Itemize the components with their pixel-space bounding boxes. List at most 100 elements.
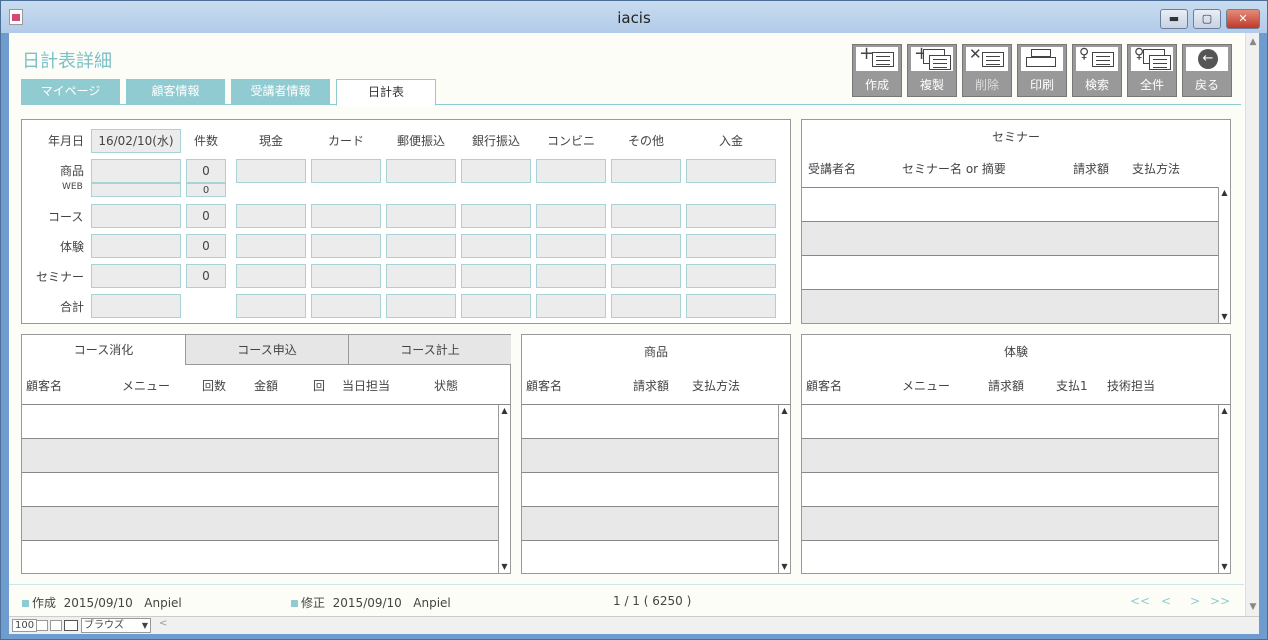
scroll-up-icon[interactable]: ▲	[499, 405, 510, 417]
grid-cell[interactable]	[386, 294, 456, 318]
grid-cell[interactable]	[536, 294, 606, 318]
grid-cell[interactable]	[461, 204, 531, 228]
list-item[interactable]	[22, 404, 498, 438]
grid-cell[interactable]	[311, 234, 381, 258]
grid-cell[interactable]	[311, 159, 381, 183]
grid-cell[interactable]	[461, 234, 531, 258]
grid-cell[interactable]	[461, 264, 531, 288]
grid-cell[interactable]	[386, 204, 456, 228]
list-item[interactable]	[522, 506, 778, 540]
grid-cell[interactable]	[686, 294, 776, 318]
grid-cell[interactable]	[686, 204, 776, 228]
chevron-left-icon[interactable]: <	[159, 618, 167, 629]
course-scrollbar[interactable]: ▲ ▼	[498, 404, 510, 573]
tab-mypage[interactable]: マイページ	[21, 79, 120, 104]
last-record-button[interactable]: >>	[1210, 594, 1230, 608]
tab-customer-info[interactable]: 顧客情報	[126, 79, 225, 104]
window-icon[interactable]	[64, 620, 78, 631]
tab-daily-report[interactable]: 日計表	[336, 79, 436, 106]
scroll-down-icon[interactable]: ▼	[1246, 600, 1259, 614]
scroll-down-icon[interactable]: ▼	[1219, 561, 1230, 573]
zoom-level[interactable]: 100	[12, 619, 38, 632]
tab-course-booking[interactable]: コース計上	[348, 335, 511, 365]
close-button[interactable]: ✕	[1226, 9, 1260, 29]
grid-cell[interactable]	[536, 264, 606, 288]
grid-cell[interactable]	[461, 294, 531, 318]
list-item[interactable]	[522, 404, 778, 438]
page-scrollbar[interactable]: ▲ ▼	[1245, 33, 1259, 616]
total-amount-field[interactable]	[91, 294, 181, 318]
product-count[interactable]: 0	[186, 159, 226, 183]
product-amount-field[interactable]	[91, 159, 181, 183]
grid-cell[interactable]	[311, 264, 381, 288]
list-item[interactable]	[22, 540, 498, 573]
grid-cell[interactable]	[236, 159, 306, 183]
web-amount-field[interactable]	[91, 183, 181, 197]
list-item[interactable]	[522, 472, 778, 506]
grid-cell[interactable]	[611, 234, 681, 258]
course-count[interactable]: 0	[186, 204, 226, 228]
grid-cell[interactable]	[686, 234, 776, 258]
grid-cell[interactable]	[236, 234, 306, 258]
grid-cell[interactable]	[536, 234, 606, 258]
tab-course-application[interactable]: コース申込	[185, 335, 348, 365]
first-record-button[interactable]: <<	[1130, 594, 1150, 608]
scroll-down-icon[interactable]: ▼	[1219, 311, 1230, 323]
grid-cell[interactable]	[611, 204, 681, 228]
grid-cell[interactable]	[311, 204, 381, 228]
grid-cell[interactable]	[386, 159, 456, 183]
grid-cell[interactable]	[611, 294, 681, 318]
grid-cell[interactable]	[461, 159, 531, 183]
trial-count[interactable]: 0	[186, 234, 226, 258]
seminar-count[interactable]: 0	[186, 264, 226, 288]
grid-cell[interactable]	[386, 234, 456, 258]
next-record-button[interactable]: >	[1190, 594, 1200, 608]
list-item[interactable]	[802, 289, 1218, 323]
web-count[interactable]: 0	[186, 183, 226, 197]
scroll-up-icon[interactable]: ▲	[1219, 405, 1230, 417]
scroll-up-icon[interactable]: ▲	[1219, 187, 1230, 199]
grid-cell[interactable]	[686, 264, 776, 288]
grid-cell[interactable]	[686, 159, 776, 183]
grid-cell[interactable]	[236, 264, 306, 288]
grid-cell[interactable]	[311, 294, 381, 318]
seminar-amount-field[interactable]	[91, 264, 181, 288]
grid-cell[interactable]	[386, 264, 456, 288]
grid-cell[interactable]	[536, 159, 606, 183]
list-item[interactable]	[802, 255, 1218, 289]
grid-cell[interactable]	[236, 204, 306, 228]
trial-amount-field[interactable]	[91, 234, 181, 258]
grid-cell[interactable]	[611, 264, 681, 288]
list-item[interactable]	[22, 472, 498, 506]
minimize-button[interactable]: ▬	[1160, 9, 1188, 29]
scroll-down-icon[interactable]: ▼	[779, 561, 790, 573]
maximize-button[interactable]: ▢	[1193, 9, 1221, 29]
list-item[interactable]	[802, 221, 1218, 255]
scroll-down-icon[interactable]: ▼	[499, 561, 510, 573]
list-item[interactable]	[22, 506, 498, 540]
product-scrollbar[interactable]: ▲ ▼	[778, 404, 790, 573]
layout-icon[interactable]	[50, 620, 62, 631]
tab-student-info[interactable]: 受講者情報	[231, 79, 330, 104]
list-item[interactable]	[802, 438, 1218, 472]
list-item[interactable]	[802, 472, 1218, 506]
scroll-up-icon[interactable]: ▲	[779, 405, 790, 417]
mode-select[interactable]: ブラウズ ▼	[81, 618, 151, 633]
scroll-up-icon[interactable]: ▲	[1246, 35, 1259, 49]
list-item[interactable]	[802, 540, 1218, 573]
trial-scrollbar[interactable]: ▲ ▼	[1218, 404, 1230, 573]
chart-icon[interactable]	[36, 620, 48, 631]
list-item[interactable]	[802, 187, 1218, 221]
list-item[interactable]	[22, 438, 498, 472]
list-item[interactable]	[522, 438, 778, 472]
tab-course-consumption[interactable]: コース消化	[22, 335, 185, 365]
grid-cell[interactable]	[236, 294, 306, 318]
grid-cell[interactable]	[536, 204, 606, 228]
grid-cell[interactable]	[611, 159, 681, 183]
list-item[interactable]	[522, 540, 778, 573]
list-item[interactable]	[802, 404, 1218, 438]
prev-record-button[interactable]: <	[1161, 594, 1171, 608]
course-amount-field[interactable]	[91, 204, 181, 228]
date-field[interactable]: 16/02/10(水)	[91, 129, 181, 153]
list-item[interactable]	[802, 506, 1218, 540]
